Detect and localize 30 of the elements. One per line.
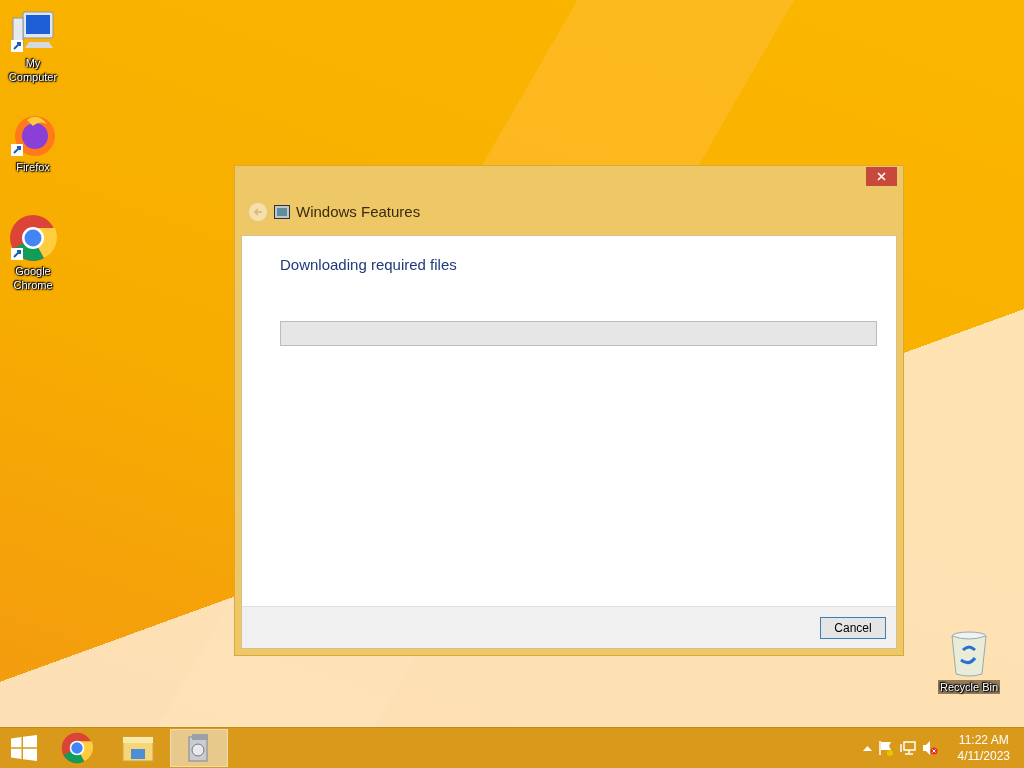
volume-button[interactable]	[921, 740, 938, 756]
desktop-icon-label[interactable]: Firefox	[14, 160, 52, 174]
show-hidden-icons-button[interactable]	[862, 745, 872, 751]
action-center-button[interactable]	[877, 740, 894, 756]
window-title: Windows Features	[296, 203, 421, 220]
chrome-icon	[61, 732, 93, 764]
windows-logo-icon	[11, 735, 37, 761]
clock[interactable]: 11:22 AM 4/11/2023	[943, 732, 1010, 764]
flag-icon	[877, 740, 894, 756]
back-arrow-icon	[253, 206, 263, 217]
clock-time: 11:22 AM	[958, 732, 1009, 748]
close-button[interactable]	[866, 167, 897, 186]
recycle-bin-icon	[949, 630, 989, 678]
cancel-button[interactable]: Cancel	[820, 616, 886, 639]
folder-icon	[122, 734, 154, 762]
computer-icon	[9, 10, 57, 54]
network-button[interactable]	[899, 740, 916, 756]
clock-date: 4/11/2023	[957, 748, 1010, 764]
speaker-muted-icon	[921, 740, 938, 756]
taskbar-button[interactable]	[170, 729, 228, 767]
features-app-icon	[274, 204, 290, 219]
desktop-icon-label[interactable]: Google Chrome	[0, 264, 66, 292]
chevron-up-icon	[862, 745, 872, 751]
network-monitor-icon	[899, 740, 916, 756]
desktop-icon-label[interactable]: Recycle Bin	[937, 680, 1001, 694]
back-button[interactable]	[248, 201, 268, 222]
chrome-icon	[9, 214, 57, 262]
status-heading: Downloading required files	[280, 256, 458, 273]
desktop-icon-label[interactable]: My Computer	[0, 56, 66, 84]
close-icon	[877, 172, 886, 181]
